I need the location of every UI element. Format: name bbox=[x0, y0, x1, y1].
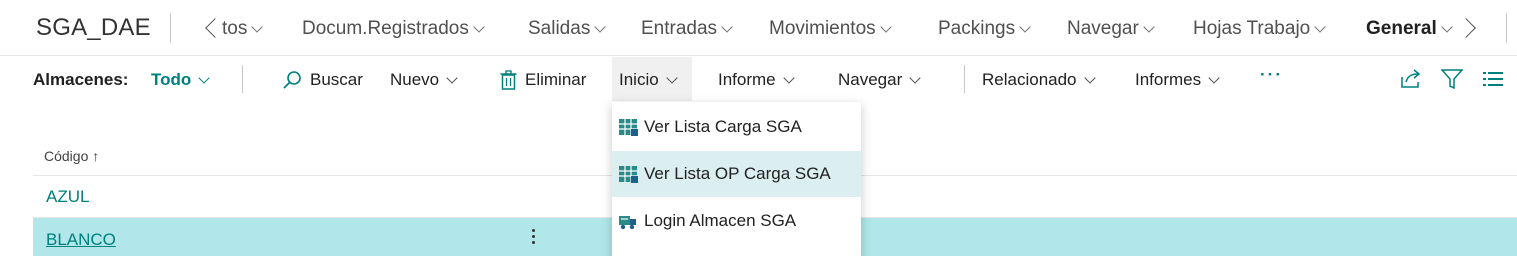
informes-menu-button[interactable]: Informes bbox=[1135, 70, 1220, 90]
chevron-down-icon bbox=[666, 71, 678, 84]
nav-item-hojas-trabajo[interactable]: Hojas Trabajo bbox=[1193, 18, 1326, 40]
nav-item-tos[interactable]: tos bbox=[222, 18, 264, 40]
grid-table-icon bbox=[619, 119, 638, 136]
nav-item-salidas[interactable]: Salidas bbox=[528, 18, 606, 40]
nav-item-general[interactable]: General bbox=[1366, 18, 1453, 40]
chevron-down-icon bbox=[1143, 20, 1155, 33]
chevron-down-icon bbox=[1441, 20, 1453, 33]
chevron-down-icon bbox=[721, 20, 733, 33]
row-link-blanco[interactable]: BLANCO bbox=[46, 230, 116, 250]
inicio-menu-button[interactable]: Inicio bbox=[619, 70, 678, 90]
navegar-menu-button[interactable]: Navegar bbox=[838, 70, 921, 90]
chevron-down-icon bbox=[1083, 71, 1096, 84]
chevron-down-icon bbox=[782, 71, 795, 84]
chevron-down-icon bbox=[909, 71, 921, 84]
divider bbox=[964, 65, 965, 93]
chevron-down-icon bbox=[446, 71, 458, 84]
divider bbox=[242, 65, 243, 93]
chevron-down-icon bbox=[1208, 71, 1220, 84]
filter-icon[interactable] bbox=[1441, 69, 1463, 89]
action-bar: Almacenes: Todo Buscar Nuevo Eliminar In… bbox=[0, 57, 1517, 103]
app-title: SGA_DAE bbox=[36, 14, 151, 41]
eliminar-button[interactable]: Eliminar bbox=[500, 70, 586, 90]
menu-item-ver-lista-carga-sga[interactable]: Ver Lista Carga SGA bbox=[612, 104, 861, 150]
scroll-right-icon[interactable] bbox=[1456, 18, 1476, 38]
filter-label: Almacenes: bbox=[33, 70, 129, 89]
column-header-codigo[interactable]: Código ↑ bbox=[44, 148, 99, 164]
chevron-down-icon bbox=[198, 71, 210, 84]
relacionado-menu-button[interactable]: Relacionado bbox=[982, 70, 1096, 90]
chevron-down-icon bbox=[594, 20, 606, 33]
filter-select[interactable]: Todo bbox=[151, 70, 210, 90]
sort-ascending-icon: ↑ bbox=[92, 148, 100, 164]
forklift-icon bbox=[619, 216, 636, 230]
menu-item-ver-lista-op-carga-sga[interactable]: Ver Lista OP Carga SGA bbox=[612, 151, 861, 197]
top-navigation-bar: SGA_DAE tos Docum.Registrados Salidas En… bbox=[0, 0, 1517, 56]
chevron-down-icon bbox=[473, 20, 485, 33]
list-view-icon[interactable] bbox=[1483, 71, 1503, 87]
buscar-button[interactable]: Buscar bbox=[282, 70, 363, 90]
more-options-button[interactable]: ··· bbox=[1260, 65, 1283, 85]
divider bbox=[170, 13, 171, 43]
inicio-dropdown-menu: Ver Lista Carga SGA Ver Lista OP Carga S… bbox=[612, 102, 861, 256]
row-actions-kebab-icon[interactable] bbox=[528, 229, 538, 251]
nav-item-movimientos[interactable]: Movimientos bbox=[769, 18, 892, 40]
nav-item-entradas[interactable]: Entradas bbox=[641, 18, 733, 40]
chevron-down-icon bbox=[251, 20, 264, 33]
divider bbox=[1506, 13, 1507, 43]
chevron-down-icon bbox=[1314, 20, 1326, 33]
menu-item-login-almacen-sga[interactable]: Login Almacen SGA bbox=[612, 198, 861, 244]
row-link-azul[interactable]: AZUL bbox=[46, 187, 89, 207]
nuevo-button[interactable]: Nuevo bbox=[390, 70, 458, 90]
trash-icon bbox=[500, 70, 517, 90]
share-icon[interactable] bbox=[1400, 69, 1422, 89]
grid-table-icon bbox=[619, 166, 638, 183]
nav-item-navegar[interactable]: Navegar bbox=[1067, 18, 1155, 40]
chevron-down-icon bbox=[879, 20, 892, 33]
nav-item-packings[interactable]: Packings bbox=[938, 18, 1031, 40]
search-icon bbox=[283, 71, 301, 89]
informe-menu-button[interactable]: Informe bbox=[718, 70, 795, 90]
nav-item-docum-registrados[interactable]: Docum.Registrados bbox=[302, 18, 485, 40]
chevron-down-icon bbox=[1019, 20, 1031, 33]
